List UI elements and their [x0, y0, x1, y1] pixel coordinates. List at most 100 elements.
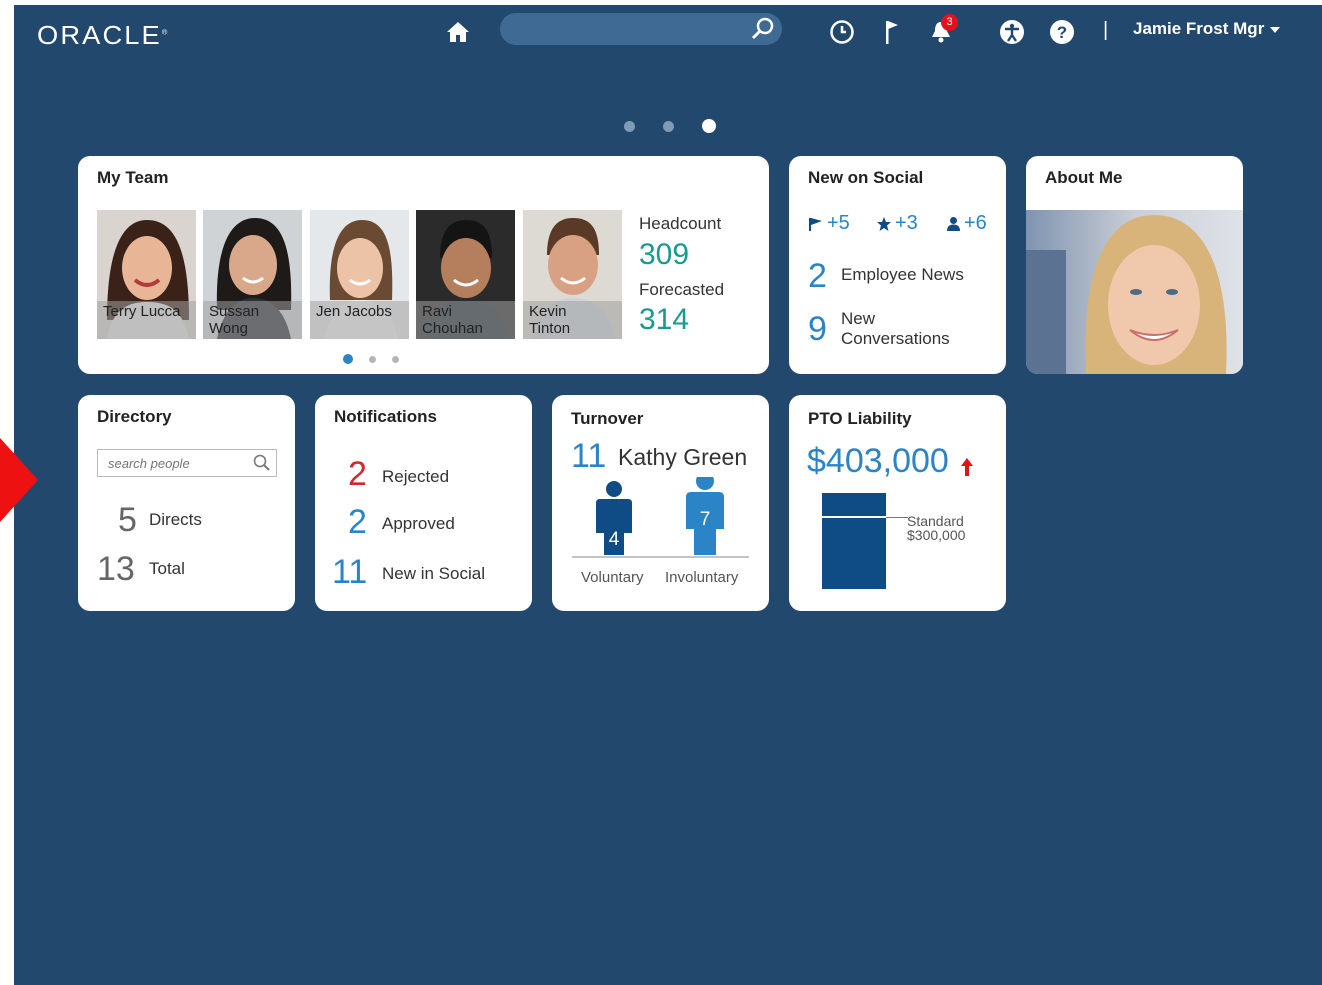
- involuntary-label: Involuntary: [665, 569, 739, 586]
- voluntary-label: Voluntary: [581, 569, 644, 586]
- card-title: PTO Liability: [808, 409, 912, 428]
- carousel-dot-1[interactable]: [343, 354, 353, 364]
- social-count: 11: [332, 553, 368, 591]
- card-title: New on Social: [808, 168, 924, 187]
- involuntary-person-icon[interactable]: 7: [686, 477, 724, 555]
- card-title: About Me: [1045, 168, 1123, 187]
- user-menu[interactable]: Jamie Frost Mgr: [1133, 19, 1281, 39]
- new-on-social-card[interactable]: New on Social +5 +3 +6 2 Employee News 9…: [789, 156, 1006, 374]
- headcount-label: Headcount: [639, 214, 722, 233]
- directs-count: 5: [118, 501, 137, 539]
- chip-count: +6: [964, 212, 987, 234]
- employee-news-link[interactable]: Employee News: [841, 265, 964, 285]
- pto-bar: [822, 493, 886, 589]
- conversations-count: 9: [808, 310, 827, 348]
- card-title: Turnover: [571, 409, 644, 428]
- page-indicator: [624, 119, 716, 133]
- turnover-figures: 4 7: [572, 477, 749, 558]
- forecasted-value: 314: [639, 303, 690, 336]
- pto-amount[interactable]: $403,000: [807, 444, 949, 478]
- arrow-up-icon: [961, 458, 973, 476]
- team-member-1[interactable]: Terry Lucca: [97, 210, 196, 339]
- member-surname: Tinton: [529, 320, 571, 337]
- directs-link[interactable]: Directs: [149, 510, 202, 530]
- chevron-down-icon: [1270, 26, 1281, 33]
- directory-card[interactable]: Directory 5 Directs 13 Total: [78, 395, 295, 611]
- help-icon[interactable]: ?: [1048, 18, 1076, 46]
- social-link[interactable]: New in Social: [382, 564, 485, 584]
- total-link[interactable]: Total: [149, 559, 185, 579]
- standard-value: $300,000: [907, 526, 966, 543]
- member-name: Ravi: [422, 303, 453, 320]
- social-stars-chip[interactable]: +3: [876, 212, 918, 235]
- clock-icon[interactable]: [828, 18, 856, 46]
- accessibility-icon[interactable]: [998, 18, 1026, 46]
- search-icon[interactable]: [252, 453, 272, 473]
- involuntary-count: 7: [700, 509, 711, 530]
- member-name: Terry Lucca: [103, 303, 181, 320]
- turnover-count: 11: [571, 437, 607, 475]
- search-people-input[interactable]: [106, 455, 250, 472]
- card-title: Directory: [97, 407, 172, 426]
- global-search[interactable]: [500, 13, 782, 45]
- notifications-bell[interactable]: 3: [927, 14, 958, 46]
- pointer-arrow: [0, 438, 38, 522]
- flag-icon: [809, 217, 822, 231]
- member-name: Jen Jacobs: [316, 303, 392, 320]
- page-dot-1[interactable]: [624, 120, 635, 132]
- social-people-chip[interactable]: +6: [946, 212, 987, 235]
- star-icon: [877, 216, 891, 231]
- chip-count: +5: [827, 212, 850, 234]
- card-title: My Team: [97, 168, 169, 187]
- home-icon[interactable]: [444, 18, 472, 46]
- turnover-card[interactable]: Turnover 11 Kathy Green 4 7 Voluntary In…: [552, 395, 769, 611]
- team-member-4[interactable]: Ravi Chouhan: [416, 210, 515, 339]
- employee-news-count: 2: [808, 257, 827, 295]
- rejected-link[interactable]: Rejected: [382, 467, 449, 487]
- page-dot-2[interactable]: [663, 120, 674, 132]
- directory-search[interactable]: [97, 449, 277, 477]
- rejected-count: 2: [348, 455, 367, 493]
- standard-tick: [886, 516, 908, 518]
- social-flags-chip[interactable]: +5: [808, 212, 850, 235]
- carousel-dot-3[interactable]: [392, 355, 399, 363]
- team-member-3[interactable]: Jen Jacobs: [310, 210, 409, 339]
- carousel-dot-2[interactable]: [369, 355, 376, 363]
- chip-count: +3: [895, 212, 918, 234]
- header-separator: |: [1103, 19, 1109, 41]
- approved-count: 2: [348, 503, 367, 541]
- forecasted-label: Forecasted: [639, 280, 725, 299]
- total-count: 13: [97, 550, 135, 588]
- voluntary-count: 4: [609, 529, 620, 550]
- approved-link[interactable]: Approved: [382, 514, 455, 534]
- search-icon[interactable]: [750, 16, 776, 42]
- team-member-5[interactable]: Kevin Tinton: [523, 210, 622, 339]
- svg-text:?: ?: [1057, 23, 1067, 42]
- conversations-link[interactable]: New Conversations: [841, 309, 971, 349]
- turnover-person-name[interactable]: Kathy Green: [618, 444, 747, 471]
- headcount-value: 309: [639, 238, 690, 271]
- person-icon: [947, 216, 960, 231]
- notification-count-badge: 3: [941, 14, 958, 31]
- flag-icon[interactable]: [878, 18, 906, 46]
- standard-label: Standard: [907, 512, 964, 529]
- about-me-card[interactable]: About Me: [1026, 156, 1243, 374]
- oracle-logo[interactable]: ORACLE®: [37, 20, 169, 51]
- member-surname: Chouhan: [422, 320, 483, 337]
- standard-annotation: Standard $300,000: [907, 514, 965, 542]
- page-dot-3[interactable]: [702, 119, 716, 133]
- pto-liability-card[interactable]: PTO Liability $403,000 Standard $300,000: [789, 395, 1006, 611]
- member-name: Kevin: [529, 303, 567, 320]
- card-title: Notifications: [334, 407, 437, 426]
- voluntary-person-icon[interactable]: 4: [596, 481, 632, 555]
- member-name: Sussan: [209, 303, 260, 320]
- app-background: ORACLE® 3 ? | Jamie Frost Mgr My Team Te…: [14, 5, 1322, 985]
- team-carousel-dots: [343, 354, 399, 364]
- logo-text: ORACLE: [37, 20, 162, 50]
- my-team-card[interactable]: My Team Terry Lucca Sussan Wong Jen Jaco…: [78, 156, 769, 374]
- team-member-2[interactable]: Sussan Wong: [203, 210, 302, 339]
- profile-photo: [1026, 210, 1243, 374]
- user-name: Jamie Frost Mgr: [1133, 19, 1265, 38]
- global-search-input[interactable]: [514, 19, 748, 41]
- notifications-card[interactable]: Notifications 2 Rejected 2 Approved 11 N…: [315, 395, 532, 611]
